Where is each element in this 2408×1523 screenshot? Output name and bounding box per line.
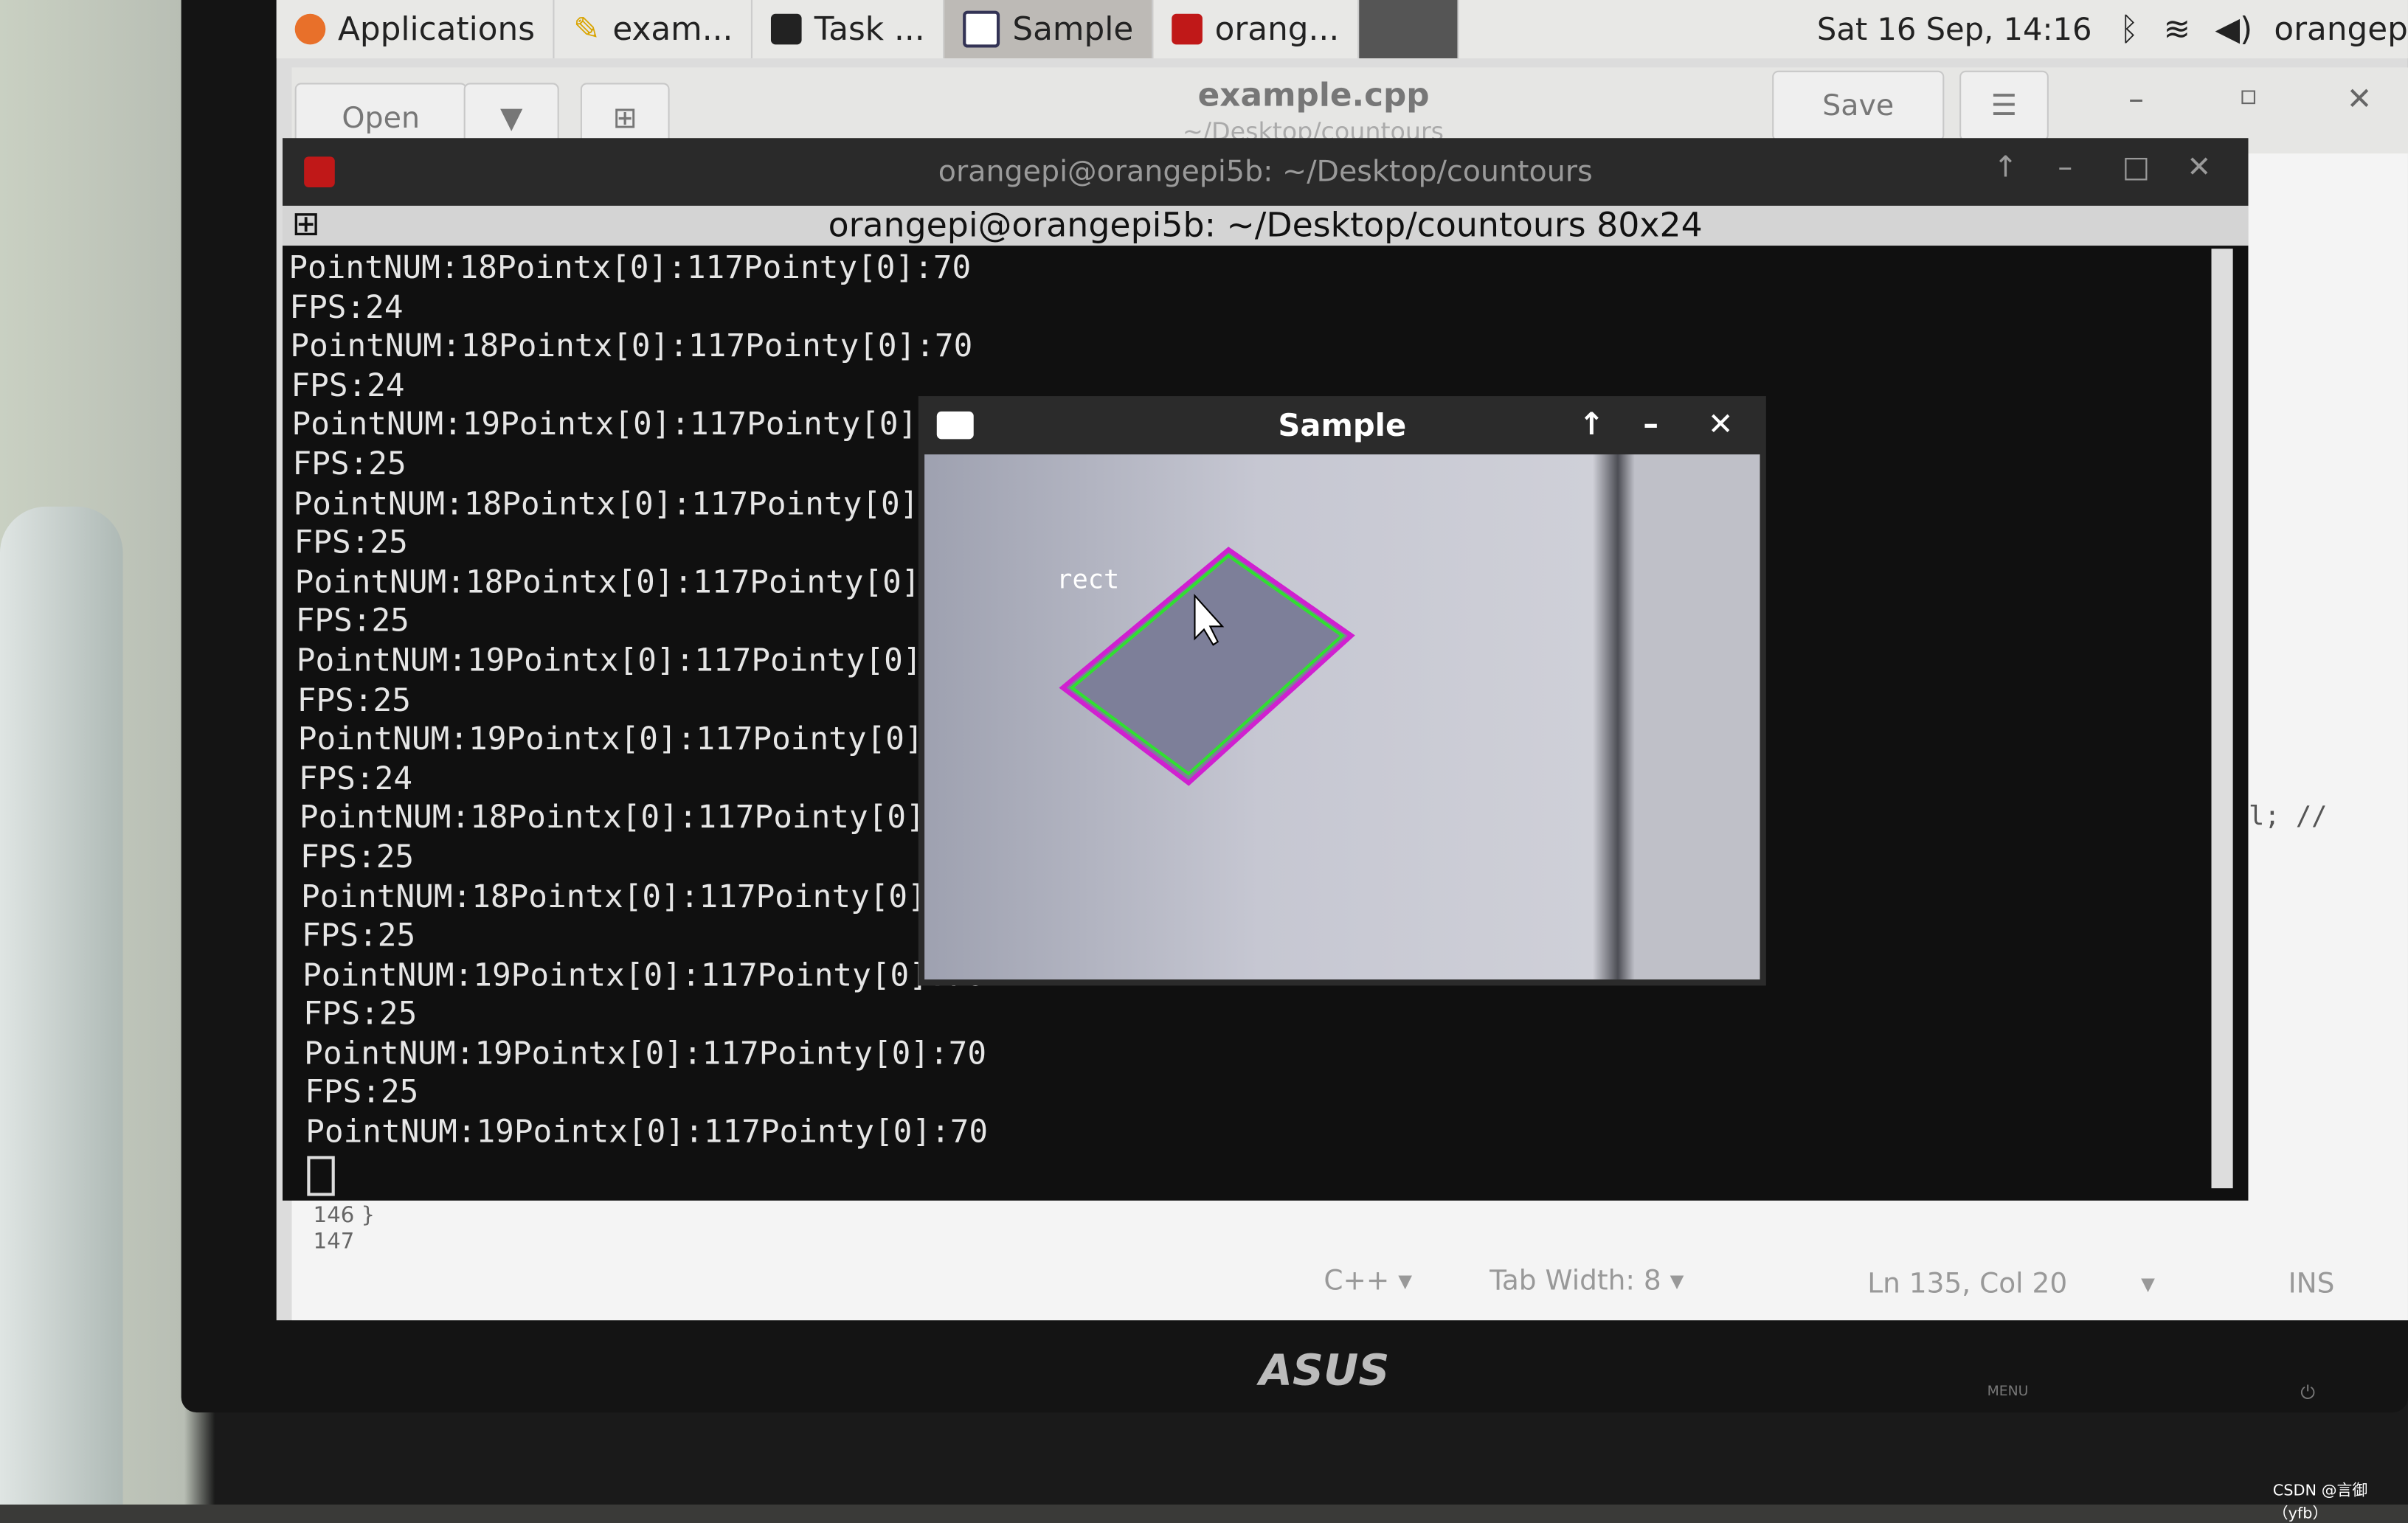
maximize-button[interactable]: ▫ xyxy=(2239,80,2258,112)
clock[interactable]: Sat 16 Sep, 14:16 xyxy=(1802,11,2107,48)
volume-icon[interactable]: ◀) xyxy=(2203,11,2265,48)
applications-menu[interactable]: Applications xyxy=(277,0,556,59)
terminal-line: PointNUM:19Pointx[0]:117Pointy[0]:70 xyxy=(305,1113,989,1151)
save-button[interactable]: Save xyxy=(1772,70,1945,142)
monitor-menu-button[interactable]: MENU xyxy=(1987,1385,2029,1401)
monitor-icon xyxy=(771,13,803,45)
terminal-tabbar: ⊞ orangepi@orangepi5b: ~/Desktop/countou… xyxy=(283,205,2249,246)
line-146: 146 } xyxy=(313,1203,376,1229)
terminal-title: orangepi@orangepi5b: ~/Desktop/countours xyxy=(938,155,1593,190)
camera-image: rect xyxy=(924,454,1760,980)
detection-overlay xyxy=(1059,547,1355,786)
terminal-line: FPS:25 xyxy=(303,995,418,1033)
window-icon xyxy=(936,411,974,440)
label: exam... xyxy=(612,10,733,48)
sample-titlebar: Sample ↑ – ✕ xyxy=(918,396,1766,454)
terminal-line: FPS:25 xyxy=(305,1074,419,1111)
label: Tab Width: 8 xyxy=(1490,1265,1661,1297)
cursor-position[interactable]: Ln 135, Col 20 ▾ xyxy=(1867,1268,2155,1300)
show-desktop-button[interactable] xyxy=(1359,0,1459,59)
monitor-brand-logo: ASUS xyxy=(1259,1345,1390,1396)
label: C++ xyxy=(1324,1265,1390,1297)
task-editor[interactable]: ✎ exam... xyxy=(555,0,753,59)
document-title: example.cpp xyxy=(1197,77,1430,114)
terminal-line: FPS:24 xyxy=(289,288,404,325)
terminal-cursor xyxy=(307,1155,335,1196)
terminal-line: PointNUM:19Pointx[0]:117Pointy[0]:70 xyxy=(304,1034,987,1072)
maximize-button[interactable]: □ xyxy=(2122,150,2150,184)
sample-title: Sample xyxy=(1278,406,1407,444)
label: Sample xyxy=(1012,10,1134,48)
task-manager[interactable]: Task ... xyxy=(752,0,945,59)
task-terminal[interactable]: orang... xyxy=(1153,0,1360,59)
pencil-icon: ✎ xyxy=(573,10,601,48)
label: Task ... xyxy=(814,10,925,48)
terminal-tab-title: orangepi@orangepi5b: ~/Desktop/countours… xyxy=(828,206,1703,246)
terminal-scrollbar[interactable] xyxy=(2211,249,2233,1189)
task-sample[interactable]: Sample xyxy=(944,0,1154,59)
minimize-button[interactable]: – xyxy=(2128,80,2144,117)
tab-width-selector[interactable]: Tab Width: 8 ▾ xyxy=(1490,1265,1684,1297)
insert-mode: INS xyxy=(2288,1268,2335,1301)
tab-menu-icon[interactable]: ⊞ xyxy=(292,206,320,244)
label: Applications xyxy=(337,10,535,48)
user-name[interactable]: orangep xyxy=(2265,11,2408,48)
minimize-button[interactable]: – xyxy=(1643,406,1658,443)
terminal-titlebar: orangepi@orangepi5b: ~/Desktop/countours… xyxy=(283,138,2249,206)
window-icon xyxy=(963,10,1000,48)
bottle xyxy=(0,506,123,1505)
close-button[interactable]: ✕ xyxy=(2347,80,2373,117)
power-button[interactable]: ⏻ xyxy=(2300,1381,2315,1404)
raise-button[interactable]: ↑ xyxy=(1579,406,1605,443)
shape-label: rect xyxy=(1056,565,1120,596)
label: Ln 135, Col 20 xyxy=(1867,1268,2068,1301)
terminal-line: PointNUM:18Pointx[0]:117Pointy[0]:70 xyxy=(288,249,972,286)
language-selector[interactable]: C++ ▾ xyxy=(1324,1265,1412,1297)
close-button[interactable]: ✕ xyxy=(1708,406,1734,443)
orange-logo-icon xyxy=(294,13,326,45)
sample-window: Sample ↑ – ✕ rect xyxy=(918,396,1766,986)
screen: Applications ✎ exam... Task ... Sample or… xyxy=(276,0,2408,1321)
status-bar: C++ ▾ Tab Width: 8 ▾ Ln 135, Col 20 ▾ INS xyxy=(292,1249,2408,1320)
taskbar: Applications ✎ exam... Task ... Sample or… xyxy=(276,0,2408,59)
wifi-icon[interactable]: ≋ xyxy=(2151,11,2203,48)
terminal-icon xyxy=(1172,13,1203,45)
label: orang... xyxy=(1214,10,1340,48)
menu-button[interactable]: ☰ xyxy=(1959,70,2049,142)
terminal-icon xyxy=(304,156,335,187)
bluetooth-icon[interactable]: ᛒ xyxy=(2107,11,2151,48)
minimize-button[interactable]: – xyxy=(2058,150,2072,184)
watermark: CSDN @言御（yfb） xyxy=(2272,1482,2368,1523)
raise-button[interactable]: ↑ xyxy=(1993,150,2018,184)
close-button[interactable]: ✕ xyxy=(2187,150,2211,184)
terminal-line: PointNUM:18Pointx[0]:117Pointy[0]:70 xyxy=(290,327,973,364)
